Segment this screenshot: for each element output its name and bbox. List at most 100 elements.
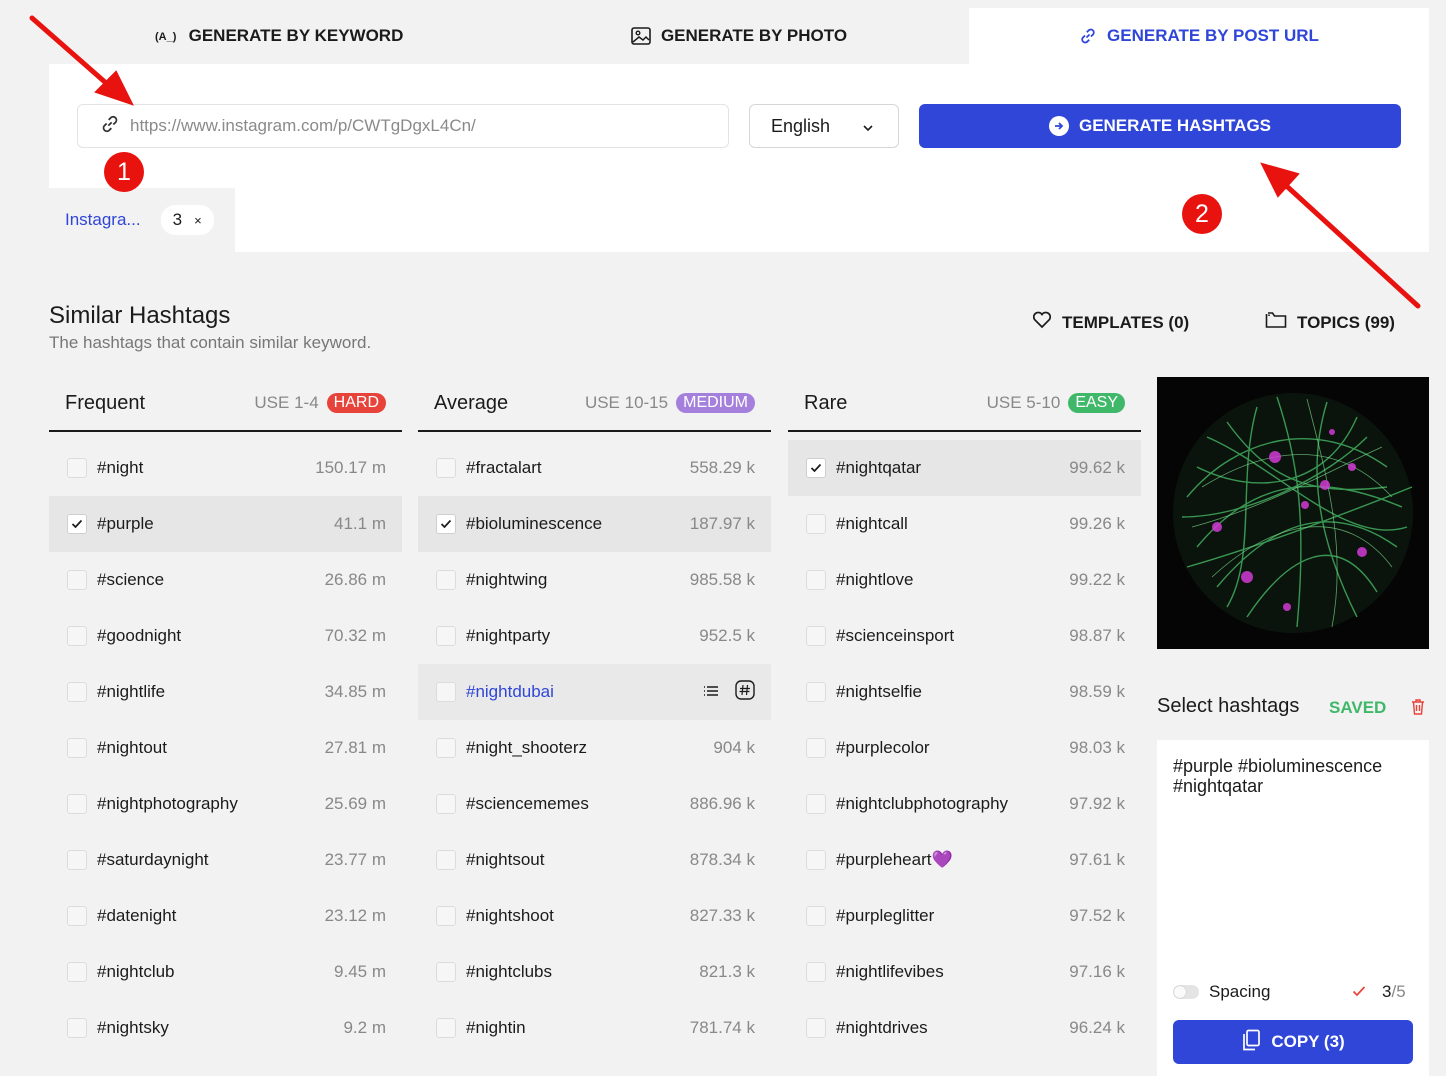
hashtag-row[interactable]: #nightcall 99.26 k	[788, 496, 1141, 552]
hashtag-row[interactable]: #datenight 23.12 m	[49, 888, 402, 944]
hashtag-checkbox[interactable]	[806, 906, 826, 926]
hashtag-row[interactable]: #science 26.86 m	[49, 552, 402, 608]
topics-label: TOPICS (99)	[1297, 312, 1395, 332]
hashtag-row[interactable]: #nightdubai	[418, 664, 771, 720]
hashtag-row[interactable]: #nightlove 99.22 k	[788, 552, 1141, 608]
toggle-switch[interactable]	[1173, 985, 1199, 999]
hashtag-checkbox[interactable]	[67, 626, 87, 646]
hashtag-row[interactable]: #fractalart 558.29 k	[418, 440, 771, 496]
hashtag-row[interactable]: #nightdrives 96.24 k	[788, 1000, 1141, 1056]
select-hashtags-title: Select hashtags	[1157, 695, 1300, 717]
hashtag-row[interactable]: #nightshoot 827.33 k	[418, 888, 771, 944]
column-name: Frequent	[65, 391, 146, 414]
post-url-field[interactable]	[77, 104, 729, 148]
hashtag-row[interactable]: #night 150.17 m	[49, 440, 402, 496]
hashtag-checkbox[interactable]	[67, 682, 87, 702]
hashtag-checkbox[interactable]	[806, 738, 826, 758]
hashtag-checkbox[interactable]	[806, 850, 826, 870]
spacing-toggle[interactable]: Spacing	[1173, 982, 1270, 1002]
hashtag-row[interactable]: #purplecolor 98.03 k	[788, 720, 1141, 776]
hashtag-checkbox[interactable]	[436, 682, 456, 702]
hashtag-row[interactable]: #nightselfie 98.59 k	[788, 664, 1141, 720]
selected-hashtags-text[interactable]: #purple #bioluminescence #nightqatar	[1173, 756, 1413, 796]
hashtag-row[interactable]: #nightout 27.81 m	[49, 720, 402, 776]
hashtag-checkbox[interactable]	[67, 850, 87, 870]
hashtag-checkbox[interactable]	[806, 962, 826, 982]
hashtag-row[interactable]: #purpleglitter 97.52 k	[788, 888, 1141, 944]
heart-icon	[1032, 311, 1052, 334]
hashtag-checkbox[interactable]	[806, 794, 826, 814]
hashtag-row[interactable]: #nightclub 9.45 m	[49, 944, 402, 1000]
hashtag-row[interactable]: #scienceinsport 98.87 k	[788, 608, 1141, 664]
hashtag-row[interactable]: #sciencememes 886.96 k	[418, 776, 771, 832]
hashtag-row[interactable]: #purpleheart💜 97.61 k	[788, 832, 1141, 888]
hashtag-row[interactable]: #nightsout 878.34 k	[418, 832, 771, 888]
hashtag-name: #nightout	[97, 738, 167, 757]
hashtag-count: 781.74 k	[689, 1018, 755, 1037]
hashtag-row[interactable]: #nightsky 9.2 m	[49, 1000, 402, 1056]
language-select[interactable]: English	[749, 104, 899, 148]
hashtag-checkbox[interactable]	[67, 906, 87, 926]
hashtag-row[interactable]: #nightlife 34.85 m	[49, 664, 402, 720]
hashtag-row[interactable]: #saturdaynight 23.77 m	[49, 832, 402, 888]
hashtag-row[interactable]: #nightparty 952.5 k	[418, 608, 771, 664]
tab-generate-by-photo[interactable]: GENERATE BY PHOTO	[509, 8, 969, 64]
hashtag-row[interactable]: #purple 41.1 m	[49, 496, 402, 552]
post-url-input[interactable]	[130, 116, 710, 136]
hashtag-checkbox[interactable]	[67, 794, 87, 814]
check-icon	[810, 463, 822, 473]
hashtag-row[interactable]: #nightin 781.74 k	[418, 1000, 771, 1056]
hashtag-checkbox[interactable]	[67, 514, 87, 534]
source-chip[interactable]: Instagra... 3 ×	[49, 188, 235, 252]
hashtag-checkbox[interactable]	[806, 570, 826, 590]
hashtag-row[interactable]: #nightclubs 821.3 k	[418, 944, 771, 1000]
hashtag-icon[interactable]	[735, 679, 755, 705]
tab-generate-by-post-url[interactable]: GENERATE BY POST URL	[969, 8, 1429, 64]
link-icon	[1079, 27, 1097, 45]
post-photo	[1157, 377, 1429, 649]
hashtag-checkbox[interactable]	[806, 1018, 826, 1038]
hashtag-checkbox[interactable]	[436, 458, 456, 478]
hashtag-checkbox[interactable]	[67, 570, 87, 590]
hashtag-checkbox[interactable]	[436, 626, 456, 646]
generate-hashtags-button[interactable]: GENERATE HASHTAGS	[919, 104, 1401, 148]
templates-button[interactable]: TEMPLATES (0)	[1032, 311, 1189, 334]
hashtag-checkbox[interactable]	[806, 682, 826, 702]
hashtag-row[interactable]: #nightphotography 25.69 m	[49, 776, 402, 832]
hashtag-checkbox[interactable]	[67, 1018, 87, 1038]
source-chip-count-badge: 3 ×	[160, 205, 214, 235]
hashtag-checkbox[interactable]	[806, 514, 826, 534]
hashtag-row[interactable]: #goodnight 70.32 m	[49, 608, 402, 664]
hashtag-checkbox[interactable]	[436, 850, 456, 870]
hashtag-row[interactable]: #night_shooterz 904 k	[418, 720, 771, 776]
hashtag-checkbox[interactable]	[436, 962, 456, 982]
column-frequent: Frequent USE 1-4 HARD #night 150.17 m #pur…	[49, 376, 402, 1056]
copy-button[interactable]: COPY (3)	[1173, 1020, 1413, 1064]
hashtag-checkbox[interactable]	[436, 1018, 456, 1038]
hashtag-row[interactable]: #bioluminescence 187.97 k	[418, 496, 771, 552]
hashtag-count: 97.61 k	[1069, 850, 1125, 869]
hashtag-checkbox[interactable]	[806, 626, 826, 646]
hashtag-name: #science	[97, 570, 165, 589]
hashtag-checkbox[interactable]	[436, 570, 456, 590]
topics-button[interactable]: TOPICS (99)	[1265, 311, 1395, 334]
hashtag-checkbox[interactable]	[67, 738, 87, 758]
hashtag-count: 26.86 m	[324, 570, 386, 589]
hashtag-row[interactable]: #nightqatar 99.62 k	[788, 440, 1141, 496]
hashtag-checkbox[interactable]	[436, 906, 456, 926]
hashtag-checkbox[interactable]	[806, 458, 826, 478]
trash-icon[interactable]	[1410, 698, 1426, 721]
list-icon[interactable]	[703, 682, 719, 702]
close-icon[interactable]: ×	[194, 213, 202, 228]
hashtag-checkbox[interactable]	[67, 458, 87, 478]
hashtag-checkbox[interactable]	[436, 514, 456, 534]
hashtag-checkbox[interactable]	[436, 738, 456, 758]
hashtag-checkbox[interactable]	[436, 794, 456, 814]
hashtag-row[interactable]: #nightclubphotography 97.92 k	[788, 776, 1141, 832]
hashtag-count: 97.16 k	[1069, 962, 1125, 981]
tab-generate-by-keyword[interactable]: (A_) GENERATE BY KEYWORD	[49, 8, 509, 64]
hashtag-checkbox[interactable]	[67, 962, 87, 982]
hashtag-row[interactable]: #nightlifevibes 97.16 k	[788, 944, 1141, 1000]
hashtag-row[interactable]: #nightwing 985.58 k	[418, 552, 771, 608]
hashtag-count: 97.52 k	[1069, 906, 1125, 925]
